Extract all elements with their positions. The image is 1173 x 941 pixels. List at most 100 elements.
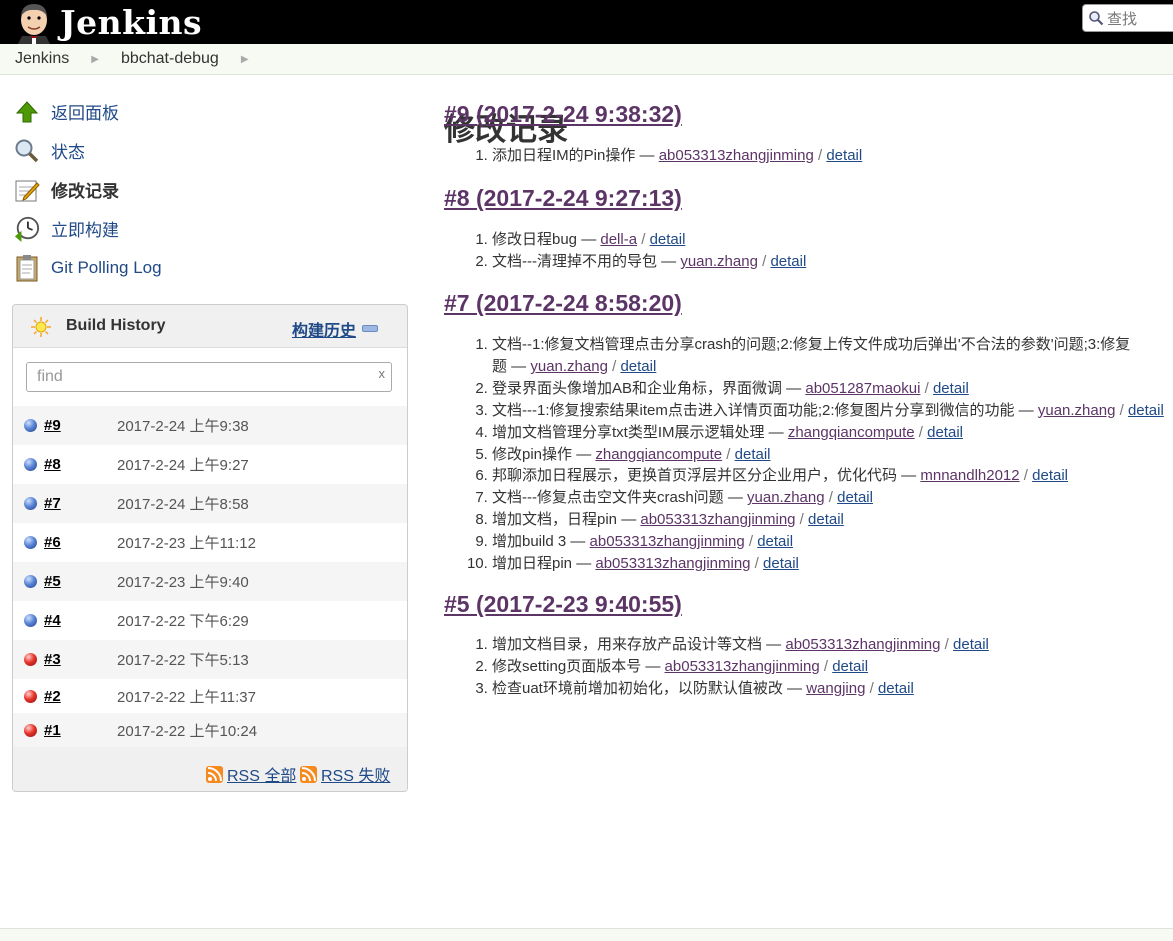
author-link[interactable]: ab053313zhangjinming <box>659 147 814 164</box>
change-items: 修改日程bug — dell-a / detail文档---清理掉不用的导包 —… <box>444 229 806 273</box>
breadcrumb-jenkins[interactable]: Jenkins <box>15 50 69 68</box>
build-number-link[interactable]: #7 <box>44 495 61 512</box>
build-list: #9 2017-2-24 上午9:38 #8 2017-2-24 上午9:27 #7 20… <box>13 406 407 747</box>
build-number-link[interactable]: #6 <box>44 534 61 551</box>
author-link[interactable]: yuan.zhang <box>747 489 825 506</box>
build-number-link[interactable]: #1 <box>44 722 61 739</box>
separator: — <box>507 357 531 375</box>
separator: — <box>764 423 788 441</box>
detail-link[interactable]: detail <box>650 231 686 248</box>
jenkins-logo[interactable]: Jenkins <box>14 0 202 44</box>
task-git-polling-log[interactable]: Git Polling Log <box>14 248 162 287</box>
separator: — <box>572 555 596 573</box>
task-label[interactable]: Git Polling Log <box>51 258 162 278</box>
task-label[interactable]: 修改记录 <box>51 177 119 202</box>
breadcrumb-job[interactable]: bbchat-debug <box>121 50 219 68</box>
separator: — <box>1014 401 1038 419</box>
task-label[interactable]: 返回面板 <box>51 99 119 124</box>
detail-link[interactable]: detail <box>1032 467 1068 484</box>
build-row[interactable]: #5 2017-2-23 上午9:40 <box>13 562 407 601</box>
rss-all-link[interactable]: RSS 全部 <box>206 762 296 786</box>
author-link[interactable]: ab053313zhangjinming <box>665 658 820 675</box>
build-row[interactable]: #6 2017-2-23 上午11:12 <box>13 523 407 562</box>
build-filter-input[interactable]: find x <box>26 362 392 392</box>
build-number-link[interactable]: #2 <box>44 688 61 705</box>
author-link[interactable]: yuan.zhang <box>530 358 608 375</box>
author-link[interactable]: ab051287maokui <box>805 380 920 397</box>
author-link[interactable]: ab053313zhangjinming <box>640 511 795 528</box>
task-build-now[interactable]: 立即构建 <box>14 209 162 248</box>
detail-link[interactable]: detail <box>826 147 862 164</box>
detail-link[interactable]: detail <box>927 424 963 441</box>
author-link[interactable]: ab053313zhangjinming <box>785 636 940 653</box>
build-trend-link[interactable]: 构建历史 <box>292 317 356 341</box>
change-build-heading[interactable]: #9 (2017-2-24 9:38:32) <box>444 101 682 128</box>
change-build-heading[interactable]: #5 (2017-2-23 9:40:55) <box>444 591 682 618</box>
author-link[interactable]: ab053313zhangjinming <box>590 533 745 550</box>
author-link[interactable]: mnnandlh2012 <box>920 467 1019 484</box>
app-name: Jenkins <box>60 2 203 42</box>
build-row[interactable]: #2 2017-2-22 上午11:37 <box>13 679 407 713</box>
clear-filter-icon[interactable]: x <box>379 366 386 381</box>
rss-failed-link[interactable]: RSS 失败 <box>300 762 390 786</box>
rss-all-label[interactable]: RSS 全部 <box>227 762 296 786</box>
detail-link[interactable]: detail <box>837 489 873 506</box>
build-row[interactable]: #1 2017-2-22 上午10:24 <box>13 713 407 747</box>
build-date[interactable]: 2017-2-23 上午11:12 <box>117 532 256 553</box>
build-date[interactable]: 2017-2-22 下午5:13 <box>117 649 249 670</box>
change-message-cont: 题 <box>492 357 508 375</box>
detail-link[interactable]: detail <box>1128 402 1164 419</box>
build-date[interactable]: 2017-2-24 上午9:38 <box>117 415 249 436</box>
build-date[interactable]: 2017-2-23 上午9:40 <box>117 571 249 592</box>
build-date[interactable]: 2017-2-22 上午10:24 <box>117 720 257 741</box>
task-back-to-dashboard[interactable]: 返回面板 <box>14 92 162 131</box>
build-number-link[interactable]: #3 <box>44 651 61 668</box>
build-row[interactable]: #3 2017-2-22 下午5:13 <box>13 640 407 679</box>
detail-link[interactable]: detail <box>770 253 806 270</box>
build-row[interactable]: #4 2017-2-22 下午6:29 <box>13 601 407 640</box>
detail-link[interactable]: detail <box>735 446 771 463</box>
change-message: 增加build 3 <box>492 533 567 551</box>
detail-link[interactable]: detail <box>763 555 799 572</box>
build-date[interactable]: 2017-2-22 下午6:29 <box>117 610 249 631</box>
detail-link[interactable]: detail <box>620 358 656 375</box>
author-link[interactable]: yuan.zhang <box>1038 402 1116 419</box>
detail-link[interactable]: detail <box>832 658 868 675</box>
build-history-header: Build History 构建历史 <box>13 305 407 347</box>
detail-link[interactable]: detail <box>933 380 969 397</box>
task-label[interactable]: 状态 <box>51 138 85 163</box>
separator: — <box>577 231 601 248</box>
build-number-link[interactable]: #8 <box>44 456 61 473</box>
author-link[interactable]: zhangqiancompute <box>788 424 915 441</box>
rss-failed-label[interactable]: RSS 失败 <box>321 762 390 786</box>
task-status[interactable]: 状态 <box>14 131 162 170</box>
author-link[interactable]: yuan.zhang <box>680 253 758 270</box>
task-changes[interactable]: 修改记录 <box>14 170 162 209</box>
author-link[interactable]: wangjing <box>806 680 865 697</box>
author-link[interactable]: zhangqiancompute <box>595 446 722 463</box>
separator: / <box>1115 401 1128 419</box>
build-row[interactable]: #8 2017-2-24 上午9:27 <box>13 445 407 484</box>
detail-link[interactable]: detail <box>808 511 844 528</box>
build-date[interactable]: 2017-2-24 上午9:27 <box>117 454 249 475</box>
task-label[interactable]: 立即构建 <box>51 216 119 241</box>
breadcrumb-arrow-icon[interactable]: ▶ <box>91 54 99 65</box>
search-box[interactable]: 查找 <box>1082 4 1173 32</box>
build-number-link[interactable]: #9 <box>44 417 61 434</box>
search-input[interactable]: 查找 <box>1107 8 1137 29</box>
detail-link[interactable]: detail <box>757 533 793 550</box>
detail-link[interactable]: detail <box>953 636 989 653</box>
breadcrumb-arrow-icon[interactable]: ▶ <box>241 54 249 65</box>
change-build-heading[interactable]: #7 (2017-2-24 8:58:20) <box>444 290 682 317</box>
build-date[interactable]: 2017-2-22 上午11:37 <box>117 686 256 707</box>
build-date[interactable]: 2017-2-24 上午8:58 <box>117 493 249 514</box>
detail-link[interactable]: detail <box>878 680 914 697</box>
build-row[interactable]: #7 2017-2-24 上午8:58 <box>13 484 407 523</box>
build-number-link[interactable]: #4 <box>44 612 61 629</box>
author-link[interactable]: dell-a <box>600 231 637 248</box>
change-build-heading[interactable]: #8 (2017-2-24 9:27:13) <box>444 185 682 212</box>
author-link[interactable]: ab053313zhangjinming <box>595 555 750 572</box>
build-number-link[interactable]: #5 <box>44 573 61 590</box>
collapse-minus-icon[interactable] <box>362 325 378 332</box>
build-row[interactable]: #9 2017-2-24 上午9:38 <box>13 406 407 445</box>
